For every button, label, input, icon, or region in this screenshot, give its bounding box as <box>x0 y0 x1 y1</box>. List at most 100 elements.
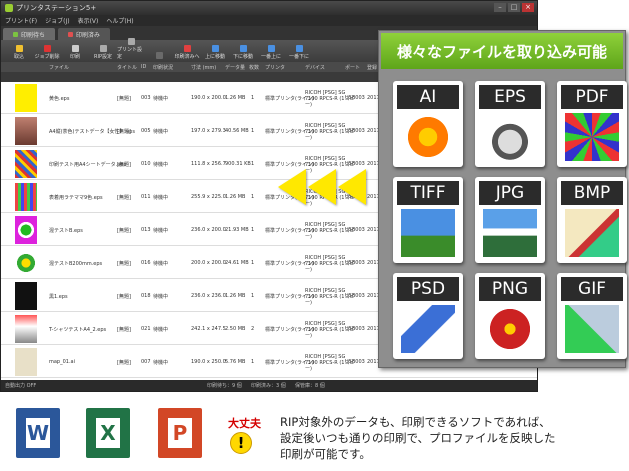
cell-status: 待機中 <box>153 294 169 300</box>
cell-file: map_01.ai <box>49 359 76 365</box>
caption-line-1: RIP対象外のデータも、印刷できるソフトであれば、 <box>280 415 551 429</box>
cell-data: 40.56 MB <box>225 128 249 134</box>
tab-waiting[interactable]: 印刷待ち <box>3 28 56 40</box>
cell-id: 011 <box>141 194 151 200</box>
cell-status: 待機中 <box>153 261 169 267</box>
cell-size: 190.0 x 200.0 <box>191 95 226 101</box>
col-id[interactable]: ID <box>141 64 146 70</box>
rip-settings-button[interactable]: RIP設定 <box>89 45 117 60</box>
status-bar: 自動出力 OFF 印刷待ち：9 個 印刷済み：3 個 保管庫：8 個 <box>1 380 537 391</box>
print-settings-label: プリント設定 <box>117 47 143 60</box>
minimize-icon[interactable]: – <box>494 3 506 12</box>
cell-port: USB003 <box>345 161 365 167</box>
cell-title: [無題] <box>117 294 131 300</box>
move-down-button[interactable]: 下に移動 <box>229 45 257 60</box>
col-port[interactable]: ポート <box>345 64 360 71</box>
cell-file: 黒1.eps <box>49 294 68 300</box>
cell-title: [無題] <box>117 96 131 102</box>
cell-id: 021 <box>141 326 151 332</box>
col-date[interactable]: 登録 <box>367 64 377 71</box>
col-title[interactable]: タイトル <box>117 64 137 71</box>
format-label: TIFF <box>397 181 459 205</box>
cell-title: [無題] <box>117 327 131 333</box>
format-label: PNG <box>479 277 541 301</box>
caption-line-2: 設定後いつも通りの印刷で、プロファイルを反映した <box>280 431 556 445</box>
cell-size: 111.8 x 256.7 <box>191 161 226 167</box>
arrow-down-icon <box>239 45 247 52</box>
cell-count: 1 <box>251 359 255 365</box>
move-icon <box>183 45 191 52</box>
cell-data: 1.26 MB <box>225 293 246 299</box>
move-done-label: 印刷済みへ <box>174 54 200 60</box>
job-thumbnail <box>15 348 37 376</box>
cell-title: [無題] <box>117 228 131 234</box>
caption-text: RIP対象外のデータも、印刷できるソフトであれば、 設定後いつも通りの印刷で、プ… <box>280 414 625 462</box>
maximize-icon[interactable]: □ <box>508 3 520 12</box>
print-settings-button[interactable]: プリント設定 <box>117 38 145 60</box>
app-icon <box>5 4 13 12</box>
col-count[interactable]: 枚数 <box>249 64 259 71</box>
delete-job-button[interactable]: ジョブ削除 <box>33 45 61 60</box>
job-thumbnail <box>15 249 37 277</box>
cell-data: 1.26 MB <box>225 194 246 200</box>
format-art <box>483 305 537 353</box>
cell-count: 1 <box>251 260 255 266</box>
move-to-done-button[interactable]: 印刷済みへ <box>173 45 201 60</box>
format-bmp-icon: BMP <box>557 177 627 263</box>
window-title: プリンタステーション5+ <box>16 4 97 12</box>
ok-heading: 大丈夫 <box>228 417 261 430</box>
move-bottom-button[interactable]: 一番下に <box>285 45 313 60</box>
cell-count: 1 <box>251 161 255 167</box>
arrow-up-icon <box>211 45 219 52</box>
format-label: PSD <box>397 277 459 301</box>
cell-port: USB003 <box>345 95 365 101</box>
cell-port: USB003 <box>345 359 365 365</box>
cell-status: 待機中 <box>153 162 169 168</box>
import-button[interactable]: 取込 <box>5 45 33 60</box>
move-up-button[interactable]: 上に移動 <box>201 45 229 60</box>
cell-status: 待機中 <box>153 228 169 234</box>
menu-view[interactable]: 表示(V) <box>78 16 99 25</box>
move-top-label: 一番上に <box>260 54 281 60</box>
close-icon[interactable]: × <box>522 3 534 12</box>
format-jpg-icon: JPG <box>475 177 545 263</box>
auto-output-status: 自動出力 OFF <box>5 383 37 389</box>
cell-file: 混テストB200mm.eps <box>49 261 103 267</box>
formats-panel: 様々なファイルを取り込み可能 AI EPS PDF TIFF JPG BMP PSD PNG G… <box>378 30 627 368</box>
format-art <box>565 305 619 353</box>
format-tiff-icon: TIFF <box>393 177 463 263</box>
format-label: PDF <box>561 85 623 109</box>
cell-count: 1 <box>251 227 255 233</box>
arrow-left-icon <box>338 169 366 205</box>
move-top-button[interactable]: 一番上に <box>257 45 285 60</box>
cell-port: USB003 <box>345 326 365 332</box>
window-controls: – □ × <box>494 3 534 12</box>
cell-file: 黄色.eps <box>49 96 70 102</box>
job-thumbnail <box>15 216 37 244</box>
menu-job[interactable]: ジョブ(J) <box>45 16 69 25</box>
col-data[interactable]: データ量 <box>225 64 245 71</box>
format-art <box>401 209 455 257</box>
excel-icon: X <box>86 408 130 458</box>
format-psd-icon: PSD <box>393 273 463 359</box>
format-gif-icon: GIF <box>557 273 627 359</box>
excel-letter: X <box>96 418 120 448</box>
menu-print[interactable]: プリント(F) <box>5 16 37 25</box>
cell-data: 21.93 MB <box>225 227 249 233</box>
cell-title: [無題] <box>117 195 131 201</box>
menu-help[interactable]: ヘルプ(H) <box>106 16 133 25</box>
print-button[interactable]: 印刷 <box>61 45 89 60</box>
col-device[interactable]: デバイス <box>305 64 325 71</box>
tab-done[interactable]: 印刷済み <box>58 28 111 40</box>
col-size[interactable]: 寸法 (mm) <box>191 64 216 71</box>
col-status[interactable]: 印刷状況 <box>153 64 173 71</box>
cell-id: 007 <box>141 359 151 365</box>
screenshot-root: プリンタステーション5+ – □ × プリント(F) ジョブ(J) 表示(V) … <box>0 0 629 471</box>
col-printer[interactable]: プリンタ <box>265 64 285 71</box>
format-label: JPG <box>479 181 541 205</box>
job-thumbnail <box>15 183 37 211</box>
format-eps-icon: EPS <box>475 81 545 167</box>
cell-port: USB003 <box>345 227 365 233</box>
cell-status: 待機中 <box>153 195 169 201</box>
col-file[interactable]: ファイル <box>49 64 69 71</box>
